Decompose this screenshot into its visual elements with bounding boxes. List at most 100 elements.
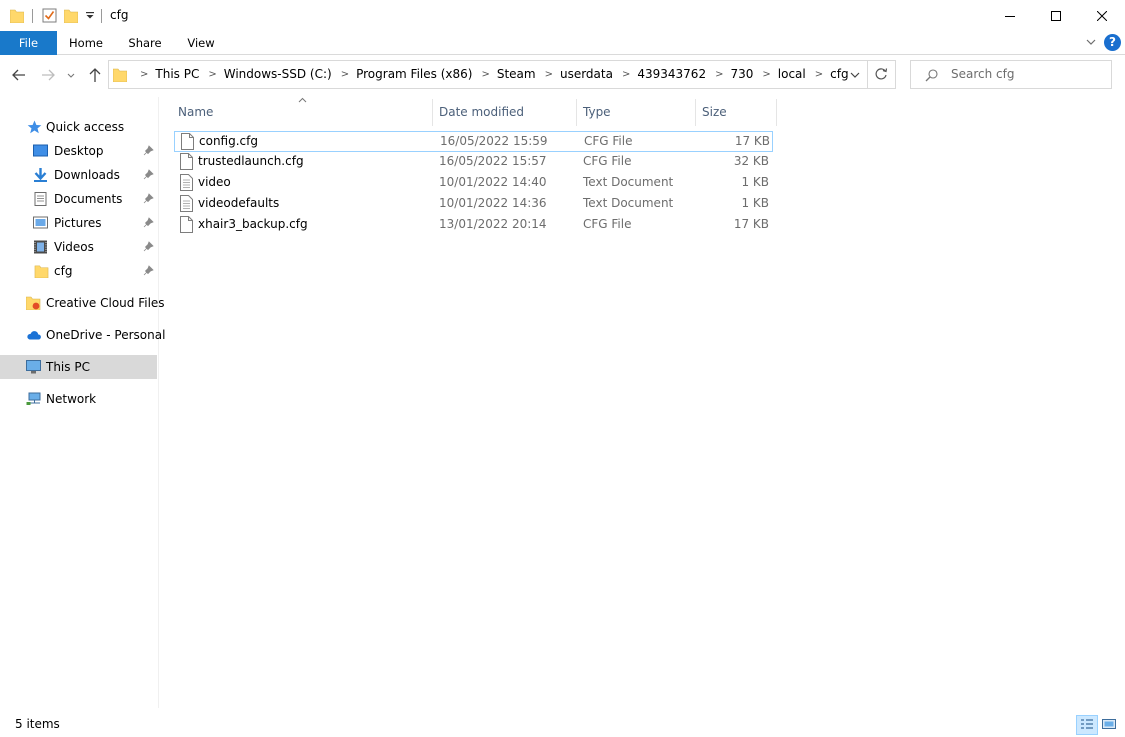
pin-icon[interactable]	[143, 169, 154, 180]
search-box[interactable]: Search cfg	[910, 60, 1112, 89]
file-date: 13/01/2022 20:14	[439, 217, 547, 231]
breadcrumb-separator[interactable]: >	[753, 61, 777, 88]
details-view-button[interactable]	[1076, 715, 1098, 735]
documents-icon	[34, 192, 47, 206]
nav-this-pc[interactable]: This PC	[0, 355, 157, 379]
breadcrumb-program-files[interactable]: Program Files (x86)	[356, 61, 472, 88]
search-input[interactable]: Search cfg	[951, 61, 1014, 88]
tab-home[interactable]: Home	[62, 31, 110, 55]
close-button[interactable]	[1079, 0, 1125, 31]
file-size: 1 KB	[741, 175, 769, 189]
breadcrumb-separator[interactable]: >	[806, 61, 830, 88]
pin-icon[interactable]	[143, 241, 154, 252]
minimize-icon	[1005, 15, 1015, 17]
file-row[interactable]: config.cfg 16/05/2022 15:59 CFG File 17 …	[174, 131, 773, 152]
nav-label: Quick access	[46, 120, 125, 134]
status-bar: 5 items	[0, 708, 1125, 737]
nav-desktop[interactable]: Desktop	[0, 139, 157, 163]
toolbar-separator	[101, 9, 102, 23]
nav-pictures[interactable]: Pictures	[0, 211, 157, 235]
tab-share[interactable]: Share	[121, 31, 169, 55]
breadcrumb-separator[interactable]: >	[472, 61, 496, 88]
new-folder-icon[interactable]	[64, 8, 78, 23]
nav-onedrive[interactable]: OneDrive - Personal	[0, 323, 165, 347]
breadcrumb-steam[interactable]: Steam	[497, 61, 536, 88]
expand-ribbon-icon[interactable]	[1085, 36, 1097, 48]
help-button[interactable]: ?	[1104, 34, 1121, 51]
breadcrumb-cfg[interactable]: cfg	[830, 61, 848, 88]
nav-label: Documents	[54, 192, 123, 206]
pin-icon[interactable]	[143, 145, 154, 156]
file-row[interactable]: videodefaults 10/01/2022 14:36 Text Docu…	[174, 194, 773, 215]
column-header-type[interactable]: Type	[577, 99, 696, 126]
file-size: 1 KB	[741, 196, 769, 210]
breadcrumb-separator[interactable]: >	[613, 61, 637, 88]
file-type: CFG File	[584, 134, 633, 148]
back-icon[interactable]	[10, 66, 28, 84]
pin-icon[interactable]	[143, 193, 154, 204]
forward-icon[interactable]	[39, 66, 57, 84]
nav-label: Network	[46, 392, 97, 406]
breadcrumb-separator[interactable]: >	[332, 61, 356, 88]
folder-icon	[34, 265, 49, 278]
downloads-icon	[34, 168, 47, 182]
column-header-date-modified[interactable]: Date modified	[433, 99, 577, 126]
breadcrumb-local[interactable]: local	[778, 61, 806, 88]
nav-downloads[interactable]: Downloads	[0, 163, 157, 187]
tab-view[interactable]: View	[177, 31, 225, 55]
breadcrumb-this-pc[interactable]: This PC	[155, 61, 199, 88]
file-type: CFG File	[583, 217, 632, 231]
maximize-button[interactable]	[1033, 0, 1079, 31]
file-row[interactable]: trustedlaunch.cfg 16/05/2022 15:57 CFG F…	[174, 152, 773, 173]
nav-cfg[interactable]: cfg	[0, 259, 157, 283]
file-size: 32 KB	[733, 154, 769, 168]
nav-label: Downloads	[54, 168, 120, 182]
properties-icon[interactable]	[42, 8, 57, 23]
address-bar[interactable]: > This PC > Windows-SSD (C:) > Program F…	[108, 60, 868, 89]
column-header-size[interactable]: Size	[696, 99, 777, 126]
breadcrumb-separator[interactable]: >	[536, 61, 560, 88]
tab-file[interactable]: File	[0, 31, 57, 55]
pin-icon[interactable]	[143, 217, 154, 228]
network-icon	[26, 392, 41, 405]
minimize-button[interactable]	[987, 0, 1033, 31]
breadcrumb-user-id[interactable]: 439343762	[637, 61, 706, 88]
videos-icon	[34, 240, 47, 254]
breadcrumb-730[interactable]: 730	[730, 61, 753, 88]
breadcrumb-separator[interactable]: >	[706, 61, 730, 88]
breadcrumb: > This PC > Windows-SSD (C:) > Program F…	[131, 61, 849, 88]
desktop-icon	[33, 144, 48, 157]
file-row[interactable]: xhair3_backup.cfg 13/01/2022 20:14 CFG F…	[174, 215, 773, 236]
nav-label: Desktop	[54, 144, 104, 158]
breadcrumb-windows-ssd[interactable]: Windows-SSD (C:)	[224, 61, 332, 88]
navigation-bar: > This PC > Windows-SSD (C:) > Program F…	[0, 55, 1125, 97]
chevron-down-icon[interactable]	[849, 69, 861, 81]
nav-network[interactable]: Network	[0, 387, 157, 411]
nav-quick-access[interactable]: Quick access	[0, 115, 157, 139]
nav-label: This PC	[46, 360, 90, 374]
text-document-icon	[180, 174, 193, 191]
text-document-icon	[180, 195, 193, 212]
nav-documents[interactable]: Documents	[0, 187, 157, 211]
customize-toolbar-icon[interactable]	[85, 10, 95, 20]
large-icons-view-button[interactable]	[1099, 715, 1121, 735]
file-row[interactable]: video 10/01/2022 14:40 Text Document 1 K…	[174, 173, 773, 194]
star-icon	[27, 120, 42, 134]
breadcrumb-userdata[interactable]: userdata	[560, 61, 613, 88]
nav-videos[interactable]: Videos	[0, 235, 157, 259]
recent-locations-icon[interactable]	[65, 66, 77, 84]
column-header-name[interactable]: Name	[172, 97, 433, 126]
breadcrumb-separator[interactable]: >	[199, 61, 223, 88]
pin-icon[interactable]	[143, 265, 154, 276]
sort-ascending-icon	[298, 97, 307, 103]
nav-label: Videos	[54, 240, 94, 254]
nav-label: OneDrive - Personal	[46, 328, 166, 342]
column-header-label: Date modified	[439, 105, 525, 119]
nav-creative-cloud-files[interactable]: Creative Cloud Files	[0, 291, 165, 315]
file-name: videodefaults	[198, 196, 280, 210]
up-icon[interactable]	[86, 66, 104, 84]
close-icon	[1097, 10, 1107, 21]
folder-icon[interactable]	[10, 8, 24, 23]
refresh-button[interactable]	[868, 60, 896, 89]
large-icons-view-icon	[1102, 719, 1116, 729]
